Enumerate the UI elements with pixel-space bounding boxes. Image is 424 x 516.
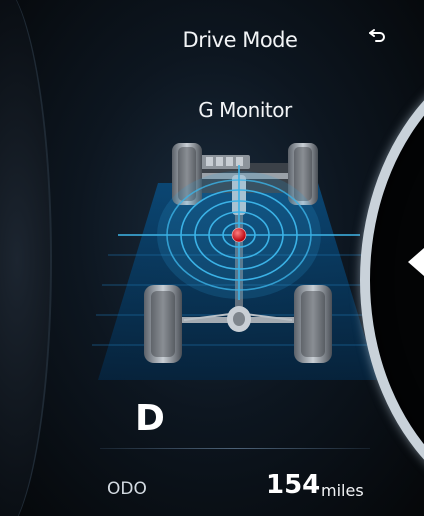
gear-indicator: D xyxy=(135,398,165,439)
gauge-needle-marker xyxy=(408,248,424,276)
left-bezel xyxy=(0,0,52,516)
screen-title: Drive Mode xyxy=(182,28,298,52)
g-monitor-title: G Monitor xyxy=(198,98,292,122)
odometer-value: 154 xyxy=(266,470,321,500)
rear-left-wheel xyxy=(144,285,182,363)
g-force-indicator xyxy=(231,227,247,243)
odometer-label: ODO xyxy=(107,479,147,499)
instrument-display: Drive Mode G Monitor D ODO 154 miles xyxy=(0,0,424,516)
odometer-unit: miles xyxy=(321,481,364,500)
gauge-ring xyxy=(360,40,424,516)
divider xyxy=(100,448,370,449)
g-monitor-graphic xyxy=(92,143,384,380)
rear-right-wheel xyxy=(294,285,332,363)
return-arrow-icon[interactable] xyxy=(368,28,386,42)
